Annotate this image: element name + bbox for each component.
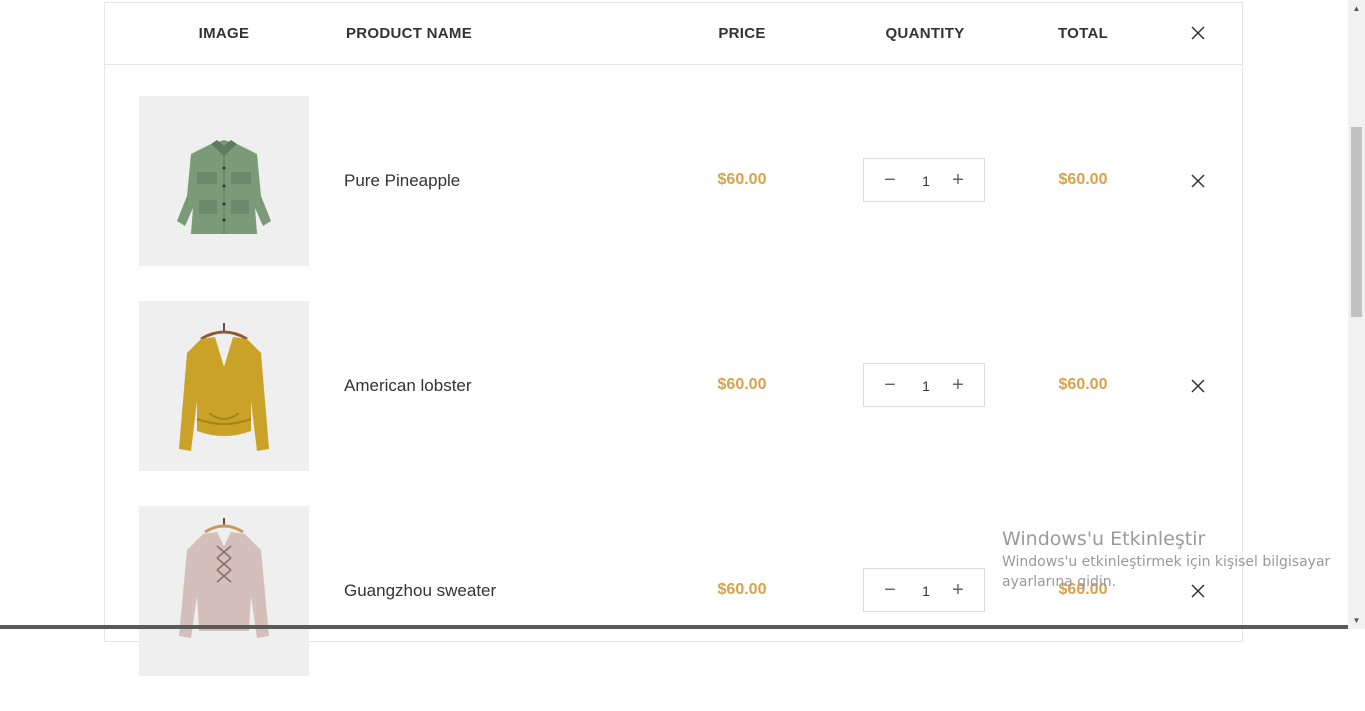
- increase-quantity-button[interactable]: +: [940, 569, 976, 611]
- header-image: IMAGE: [198, 25, 250, 42]
- product-price: $60.00: [717, 171, 767, 188]
- remove-item-close-icon[interactable]: [1190, 173, 1206, 189]
- remove-item-close-icon[interactable]: [1190, 583, 1206, 599]
- remove-item-close-icon[interactable]: [1190, 378, 1206, 394]
- scroll-down-arrow-icon[interactable]: ▼: [1348, 612, 1365, 629]
- quantity-stepper: − +: [863, 568, 985, 612]
- header-quantity: QUANTITY: [885, 25, 965, 42]
- product-name[interactable]: Pure Pineapple: [344, 171, 460, 191]
- product-total: $60.00: [1058, 581, 1108, 598]
- header-price: PRICE: [718, 25, 766, 42]
- product-image-sweater[interactable]: [139, 301, 309, 471]
- product-name[interactable]: Guangzhou sweater: [344, 581, 496, 601]
- increase-quantity-button[interactable]: +: [940, 364, 976, 406]
- bottom-divider: [0, 625, 1348, 629]
- product-image-pink-sweater[interactable]: [139, 506, 309, 676]
- close-icon[interactable]: [1190, 25, 1206, 41]
- scrollbar-thumb[interactable]: [1351, 127, 1362, 317]
- product-total: $60.00: [1058, 376, 1108, 393]
- product-image-jacket[interactable]: [139, 96, 309, 266]
- product-name[interactable]: American lobster: [344, 376, 472, 396]
- product-price: $60.00: [717, 581, 767, 598]
- scroll-up-arrow-icon[interactable]: ▲: [1348, 0, 1365, 17]
- table-row: Pure Pineapple $60.00 − + $60.00: [105, 96, 1242, 301]
- increase-quantity-button[interactable]: +: [940, 159, 976, 201]
- header-product-name: PRODUCT NAME: [345, 25, 473, 42]
- vertical-scrollbar[interactable]: ▲ ▼: [1348, 0, 1365, 629]
- table-row: American lobster $60.00 − + $60.00: [105, 301, 1242, 506]
- quantity-stepper: − +: [863, 363, 985, 407]
- header-total: TOTAL: [1057, 25, 1109, 42]
- quantity-stepper: − +: [863, 158, 985, 202]
- product-price: $60.00: [717, 376, 767, 393]
- product-total: $60.00: [1058, 171, 1108, 188]
- table-row: Guangzhou sweater $60.00 − + $60.00: [105, 506, 1242, 711]
- table-header: IMAGE PRODUCT NAME PRICE QUANTITY TOTAL: [105, 3, 1242, 65]
- cart-table: IMAGE PRODUCT NAME PRICE QUANTITY TOTAL: [104, 2, 1243, 676]
